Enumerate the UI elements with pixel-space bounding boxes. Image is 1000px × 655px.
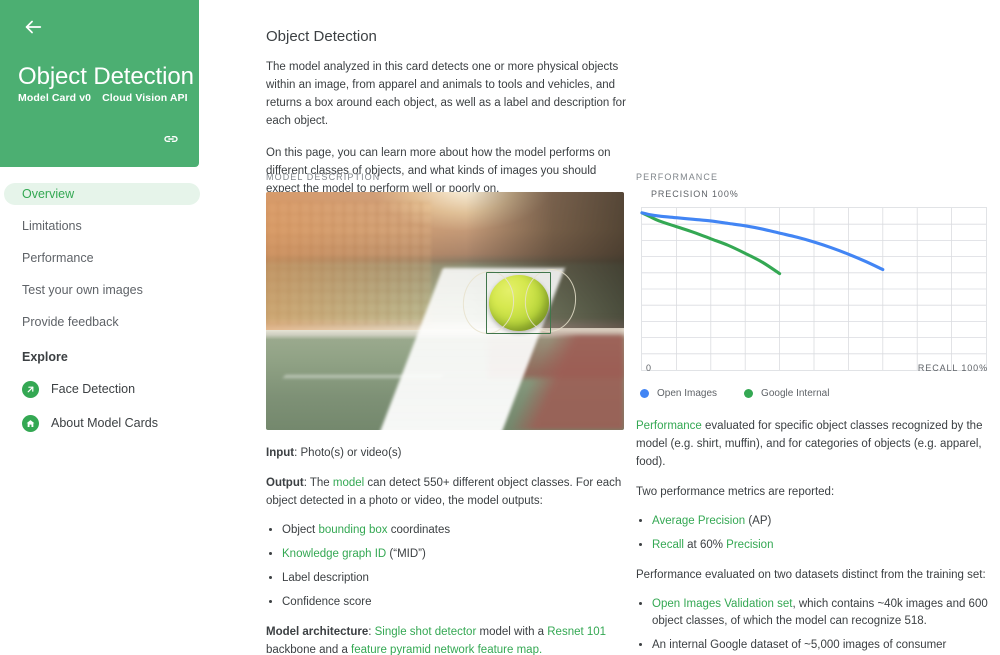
precision-link[interactable]: Precision	[726, 539, 773, 551]
performance-intro: Performance evaluated for specific objec…	[636, 417, 992, 471]
model-card-version: Model Card v0	[18, 92, 92, 104]
input-label: Input	[266, 447, 295, 459]
metrics-intro: Two performance metrics are reported:	[636, 486, 835, 498]
knowledge-graph-id-link[interactable]: Knowledge graph ID	[282, 548, 386, 560]
detection-bounding-box	[486, 271, 552, 334]
legend-item-open-images[interactable]: Open Images	[640, 388, 717, 399]
chart-svg	[640, 207, 987, 371]
list-item: Confidence score	[282, 594, 626, 611]
home-icon	[22, 414, 39, 432]
input-value: : Photo(s) or video(s)	[294, 447, 402, 459]
list-item: Object bounding box coordinates	[282, 522, 626, 539]
sidebar-item-about-model-cards[interactable]: About Model Cards	[0, 410, 210, 436]
architecture-label: Model architecture	[266, 626, 369, 638]
main-content: Object Detection The model analyzed in t…	[228, 0, 1000, 655]
item-post: coordinates	[387, 524, 451, 536]
back-arrow-icon[interactable]	[20, 14, 46, 40]
chart-origin-label: 0	[646, 363, 652, 373]
performance-text: Performance evaluated for specific objec…	[636, 417, 992, 655]
list-item: Label description	[282, 570, 626, 587]
sidebar-nav: Overview Limitations Performance Test yo…	[0, 183, 210, 436]
item-pre: Confidence score	[282, 596, 372, 608]
output-line: Output: The model can detect 550+ differ…	[266, 474, 626, 510]
output-pre: : The	[303, 477, 333, 489]
model-description-text: Input: Photo(s) or video(s) Output: The …	[266, 444, 626, 655]
list-item: Average Precision (AP)	[652, 513, 992, 530]
sidebar-item-label: Provide feedback	[22, 315, 119, 329]
performance-column: PERFORMANCE PRECISION 100% 0 RECALL 100%…	[636, 172, 992, 655]
feature-pyramid-network-link[interactable]: feature pyramid network feature map.	[351, 644, 542, 655]
sidebar: Object Detection Model Card v0 Cloud Vis…	[0, 0, 228, 655]
sidebar-item-label: Performance	[22, 251, 94, 265]
model-card-header: Object Detection Model Card v0 Cloud Vis…	[0, 0, 199, 167]
open-images-validation-set-link[interactable]: Open Images Validation set	[652, 598, 792, 610]
precision-recall-chart: PRECISION 100% 0 RECALL 100%	[636, 189, 992, 380]
legend-color-swatch	[744, 389, 754, 398]
model-card-api: Cloud Vision API	[102, 92, 188, 104]
list-item: Open Images Validation set, which contai…	[652, 596, 992, 630]
datasets-intro: Performance evaluated on two datasets di…	[636, 569, 986, 581]
sidebar-item-limitations[interactable]: Limitations	[0, 215, 210, 237]
chart-ylabel: PRECISION 100%	[648, 189, 742, 199]
sidebar-heading-explore: Explore	[22, 350, 68, 364]
chart-xlabel: RECALL 100%	[917, 363, 988, 373]
average-precision-link[interactable]: Average Precision	[652, 515, 745, 527]
bounding-box-link[interactable]: bounding box	[318, 524, 387, 536]
recall-link[interactable]: Recall	[652, 539, 684, 551]
performance-link[interactable]: Performance	[636, 420, 702, 432]
sidebar-item-overview[interactable]: Overview	[4, 183, 200, 205]
sidebar-item-label: Overview	[22, 187, 75, 201]
link-icon[interactable]	[160, 128, 182, 150]
list-item: An internal Google dataset of ~5,000 ima…	[652, 637, 992, 655]
item-post: An internal Google dataset of ~5,000 ima…	[652, 639, 947, 651]
legend-label: Open Images	[657, 388, 718, 399]
item-post: at 60%	[683, 539, 727, 551]
legend-item-google-internal[interactable]: Google Internal	[744, 388, 829, 399]
model-card-title: Object Detection	[18, 63, 194, 90]
arch-mid2: backbone and a	[266, 644, 352, 655]
sidebar-item-performance[interactable]: Performance	[0, 247, 210, 269]
metrics-list: Average Precision (AP) Recall at 60% Pre…	[636, 513, 992, 554]
list-item: Recall at 60% Precision	[652, 537, 992, 554]
page-title: Object Detection	[266, 28, 377, 45]
item-post: (AP)	[745, 515, 772, 527]
list-item: Knowledge graph ID (“MID”)	[282, 546, 626, 563]
item-post: (“MID”)	[386, 548, 426, 560]
output-label: Output	[266, 477, 304, 489]
model-link[interactable]: model	[333, 477, 364, 489]
section-label-model-description: MODEL DESCRIPTION	[266, 172, 381, 182]
detection-example-image	[266, 192, 624, 430]
sidebar-item-face-detection[interactable]: Face Detection	[0, 376, 210, 402]
architecture-line: Model architecture: Single shot detector…	[266, 623, 626, 655]
resnet-101-link[interactable]: Resnet 101	[547, 626, 606, 638]
sidebar-item-provide-feedback[interactable]: Provide feedback	[0, 311, 210, 333]
sidebar-item-label: About Model Cards	[51, 416, 159, 430]
model-card-page: Object Detection Model Card v0 Cloud Vis…	[0, 0, 1000, 655]
chart-legend: Open Images Google Internal	[636, 388, 992, 399]
sidebar-item-test-your-own-images[interactable]: Test your own images	[0, 279, 210, 301]
section-label-performance: PERFORMANCE	[636, 172, 719, 182]
item-pre: Object	[282, 524, 319, 536]
datasets-list: Open Images Validation set, which contai…	[636, 596, 992, 655]
arch-mid: model with a	[476, 626, 548, 638]
model-card-subtitle: Model Card v0 Cloud Vision API	[18, 92, 188, 104]
legend-label: Google Internal	[761, 388, 830, 399]
sidebar-item-label: Limitations	[22, 219, 82, 233]
input-line: Input: Photo(s) or video(s)	[266, 444, 626, 462]
model-description-column: MODEL DESCRIPTION Input: Photo(s) or vid…	[266, 172, 626, 655]
legend-color-swatch	[640, 389, 649, 398]
intro-paragraph-1: The model analyzed in this card detects …	[266, 61, 626, 127]
sidebar-item-label: Test your own images	[22, 283, 143, 297]
output-list: Object bounding box coordinates Knowledg…	[266, 522, 626, 611]
item-pre: Label description	[282, 572, 369, 584]
single-shot-detector-link[interactable]: Single shot detector	[375, 626, 477, 638]
external-link-arrow-icon	[22, 380, 39, 398]
sidebar-item-label: Face Detection	[51, 382, 136, 396]
